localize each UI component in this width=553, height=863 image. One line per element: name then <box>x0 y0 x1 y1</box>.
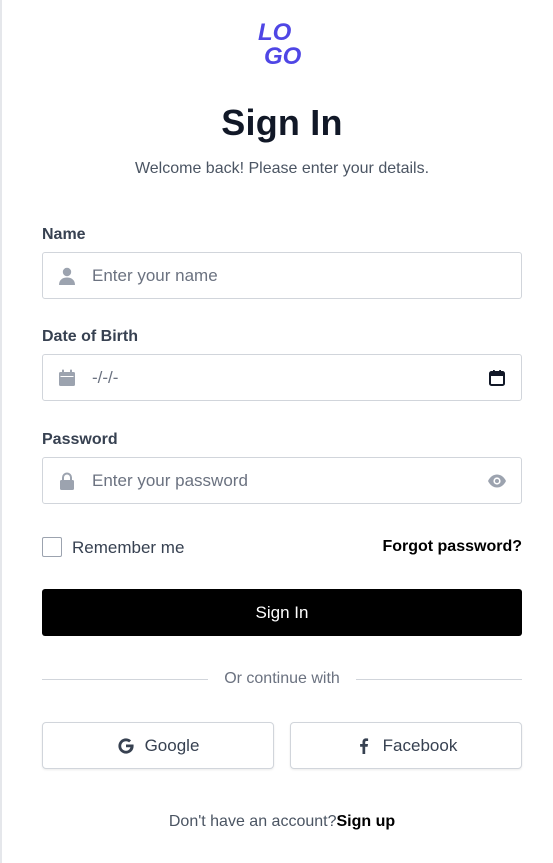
name-label: Name <box>42 226 86 243</box>
calendar-icon <box>57 368 77 388</box>
dob-field[interactable]: -/-/- <box>42 354 522 401</box>
facebook-button[interactable]: Facebook <box>290 722 522 769</box>
page-title: Sign In <box>221 102 343 143</box>
signup-prompt: Don't have an account? <box>168 813 337 830</box>
divider-label: Or continue with <box>214 670 350 687</box>
name-field[interactable] <box>42 252 522 299</box>
user-icon <box>57 266 77 286</box>
dob-input[interactable]: -/-/- <box>92 368 118 388</box>
google-button[interactable]: Google <box>42 722 274 769</box>
page-subtitle: Welcome back! Please enter your details. <box>134 160 430 177</box>
logo-mark: LO GO <box>258 19 302 68</box>
calendar-picker-icon[interactable] <box>487 368 507 388</box>
remember-checkbox[interactable] <box>42 537 62 557</box>
remember-label[interactable]: Remember me <box>72 538 184 558</box>
facebook-icon <box>355 737 373 755</box>
google-icon <box>117 737 135 755</box>
password-input[interactable] <box>92 458 472 503</box>
divider: Or continue with <box>42 669 522 689</box>
password-field[interactable] <box>42 457 522 504</box>
remember-row: Remember me Forgot password? <box>42 536 522 558</box>
left-border <box>0 0 2 863</box>
password-label: Password <box>42 431 118 448</box>
sign-in-button[interactable]: Sign In <box>42 589 522 636</box>
svg-text:LO: LO <box>258 19 292 46</box>
logo: LO GO <box>256 18 312 68</box>
dob-label: Date of Birth <box>42 328 138 345</box>
signup-row: Don't have an account?Sign up <box>42 813 522 831</box>
facebook-label: Facebook <box>382 735 458 755</box>
name-input[interactable] <box>92 253 472 298</box>
sign-up-link[interactable]: Sign up <box>336 813 395 830</box>
forgot-password-link[interactable]: Forgot password? <box>382 538 522 556</box>
svg-text:GO: GO <box>264 43 302 68</box>
google-label: Google <box>144 735 200 755</box>
lock-icon <box>57 471 77 491</box>
eye-icon[interactable] <box>487 471 507 491</box>
